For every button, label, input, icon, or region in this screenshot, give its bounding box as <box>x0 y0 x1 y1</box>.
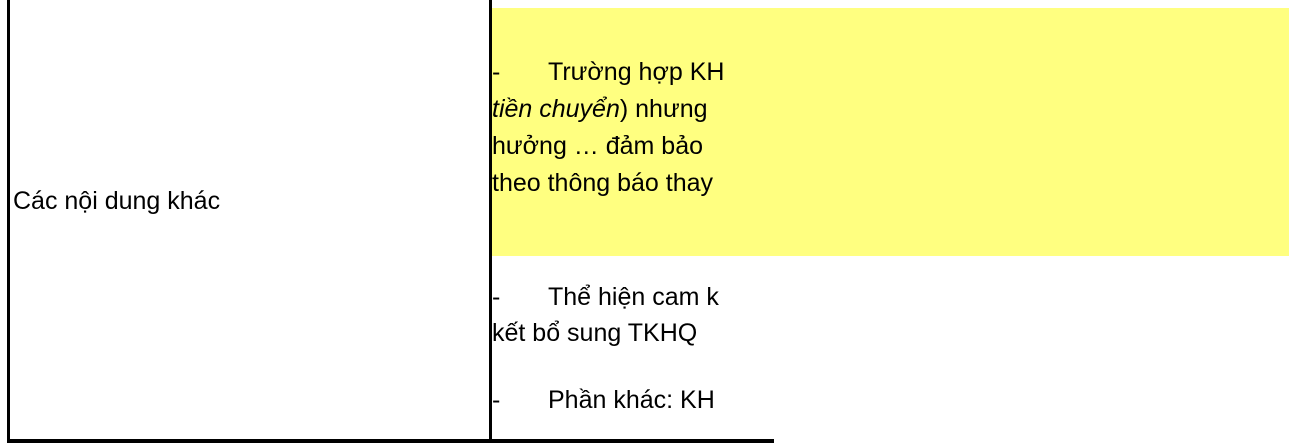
para1-line2-rest: ) nhưng <box>619 95 708 123</box>
para3-dash: - <box>492 386 501 414</box>
para1-line1: - Trường hợp KH <box>492 57 724 87</box>
content-cell: - Trường hợp KH tiền chuyển) nhưng hưởng … <box>492 0 774 440</box>
para2-line1: - Thể hiện cam k <box>492 282 719 312</box>
para2-line2: kết bổ sung TKHQ <box>492 319 698 347</box>
row-label: Các nội dung khác <box>13 187 221 215</box>
table-border-left <box>7 0 10 442</box>
para1-line2: tiền chuyển) nhưng <box>492 94 708 124</box>
para1-line2-italic: tiền chuyển <box>492 95 620 123</box>
para1-line1-text: Trường hợp KH <box>548 58 725 86</box>
para1-line3: hưởng … đảm bảo <box>492 132 704 160</box>
para1-line4: theo thông báo thay <box>492 169 714 197</box>
document-page: Các nội dung khác - Trường hợp KH tiền ch… <box>0 0 1289 447</box>
para3-line1: - Phần khác: KH <box>492 385 715 415</box>
para2-dash: - <box>492 283 501 311</box>
para2-line1-text: Thể hiện cam k <box>548 283 719 311</box>
para3-line1-text: Phần khác: KH <box>548 386 715 414</box>
para1-dash: - <box>492 58 501 86</box>
